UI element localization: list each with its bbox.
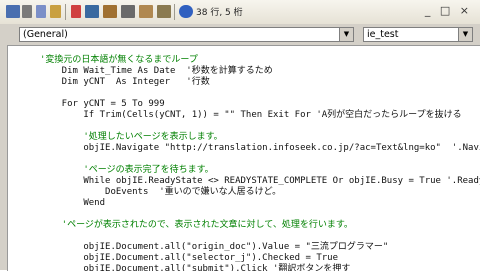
toolbar-separator — [174, 4, 175, 20]
code-line[interactable]: objIE.Document.all("origin_doc").Value =… — [40, 242, 388, 253]
code-line[interactable]: '変換元の日本語が無くなるまでループ — [40, 55, 198, 66]
cut-icon[interactable] — [22, 5, 32, 18]
design-icon[interactable] — [85, 5, 99, 18]
code-line[interactable]: DoEvents '重いので嫌いな人居るけど。 — [40, 187, 281, 198]
code-line[interactable]: If Trim(Cells(yCNT, 1)) = "" Then Exit F… — [40, 110, 461, 121]
toolbar: 38 行, 5 桁 _ □ × — [0, 0, 480, 25]
help-icon[interactable] — [179, 5, 193, 18]
object-browser-icon[interactable] — [139, 5, 153, 18]
code-line[interactable]: While objIE.ReadyState <> READYSTATE_COM… — [40, 176, 480, 187]
cursor-position-status: 38 行, 5 桁 — [196, 8, 243, 18]
run-icon[interactable] — [71, 5, 81, 18]
code-line[interactable]: '処理したいページを表示します。 — [40, 132, 222, 143]
code-line[interactable]: Wend — [40, 198, 105, 209]
chevron-down-icon[interactable]: ▼ — [458, 28, 472, 41]
properties-icon[interactable] — [121, 5, 135, 18]
save-icon[interactable] — [6, 5, 20, 18]
procedure-dropdown[interactable]: ie_test ▼ — [363, 27, 473, 42]
toolbox-icon[interactable] — [157, 5, 171, 18]
code-editor[interactable]: '変換元の日本語が無くなるまでループ Dim Wait_Time As Date… — [7, 45, 480, 271]
object-dropdown-value: (General) — [23, 29, 68, 40]
code-line[interactable]: Dim yCNT As Integer '行数 — [40, 77, 210, 88]
project-icon[interactable] — [103, 5, 117, 18]
code-line[interactable]: objIE.Navigate "http://translation.infos… — [40, 143, 480, 154]
toolbar-separator — [65, 4, 66, 20]
chevron-down-icon[interactable]: ▼ — [339, 28, 353, 41]
procedure-dropdown-value: ie_test — [367, 29, 399, 40]
code-line[interactable]: 'ページが表示されたので、表示された文章に対して、処理を行います。 — [40, 220, 353, 231]
window-control-buttons[interactable]: _ □ × — [425, 4, 472, 17]
code-line[interactable]: For yCNT = 5 To 999 — [40, 99, 165, 110]
copy-icon[interactable] — [36, 5, 46, 18]
code-line[interactable]: Dim Wait_Time As Date '秒数を計算するため — [40, 66, 273, 77]
code-line[interactable]: objIE.Document.all("selector_j").Checked… — [40, 253, 338, 264]
paste-icon[interactable] — [50, 5, 61, 18]
code-line[interactable]: 'ページの表示完了を待ちます。 — [40, 165, 213, 176]
object-dropdown[interactable]: (General) ▼ — [19, 27, 354, 42]
